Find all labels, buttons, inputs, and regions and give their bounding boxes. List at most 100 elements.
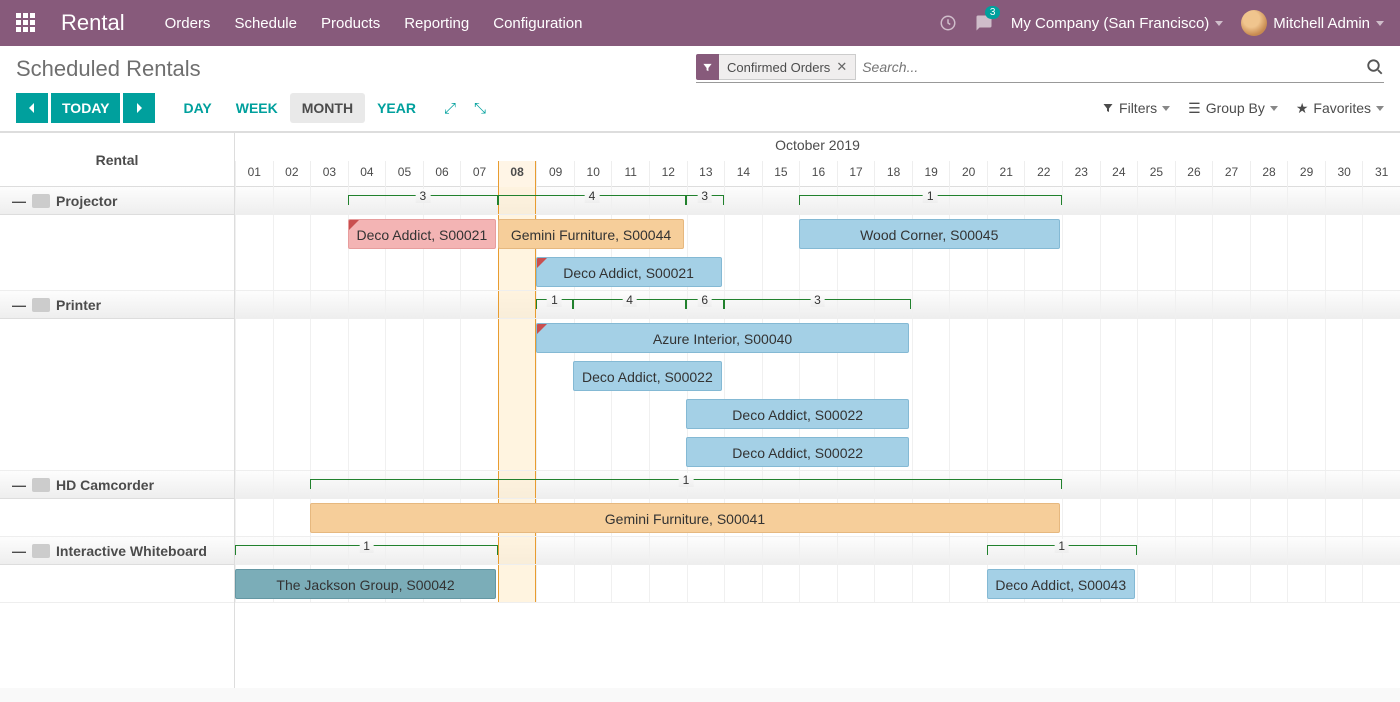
day-header-cell: 31 <box>1362 161 1400 187</box>
gantt-bar[interactable]: Gemini Furniture, S00044 <box>498 219 684 249</box>
collapse-icon[interactable]: — <box>12 193 26 209</box>
day-header-cell: 13 <box>687 161 725 187</box>
day-header-cell: 04 <box>348 161 386 187</box>
nav-orders[interactable]: Orders <box>165 15 211 32</box>
day-header-cell: 07 <box>460 161 498 187</box>
summary-count: 3 <box>810 293 825 307</box>
summary-count: 4 <box>585 189 600 203</box>
gantt-bar[interactable]: Gemini Furniture, S00041 <box>310 503 1060 533</box>
next-button[interactable] <box>123 93 155 123</box>
today-button[interactable]: TODAY <box>51 93 120 123</box>
control-panel: Scheduled Rentals Confirmed Orders ✕ TO <box>0 46 1400 132</box>
group-label[interactable]: — Printer <box>0 291 234 319</box>
search-icon[interactable] <box>1366 58 1384 76</box>
notif-badge: 3 <box>985 6 1001 19</box>
thumb-icon <box>32 544 50 558</box>
gantt-bar[interactable]: Deco Addict, S00022 <box>686 399 909 429</box>
sidebar-header: Rental <box>0 133 234 187</box>
favorites-label: Favorites <box>1313 100 1371 116</box>
list-icon: ☰ <box>1188 100 1201 117</box>
gantt-grid[interactable]: October 2019 010203040506070809101112131… <box>235 133 1400 688</box>
summary-count: 6 <box>697 293 712 307</box>
nav-menu: Orders Schedule Products Reporting Confi… <box>165 15 583 32</box>
app-brand[interactable]: Rental <box>61 10 125 36</box>
gantt-bar[interactable]: Deco Addict, S00021 <box>348 219 496 249</box>
scale-month[interactable]: MONTH <box>290 93 365 123</box>
day-header-cell: 20 <box>949 161 987 187</box>
search-input[interactable] <box>856 55 1360 79</box>
filters-label: Filters <box>1119 100 1157 116</box>
group-name: Interactive Whiteboard <box>56 543 207 559</box>
apps-icon[interactable] <box>16 13 36 33</box>
scale-day[interactable]: DAY <box>171 93 223 123</box>
group-summary-row: 1463 <box>235 291 1400 319</box>
gantt-bar[interactable]: The Jackson Group, S00042 <box>235 569 496 599</box>
groupby-label: Group By <box>1206 100 1265 116</box>
collapse-icon[interactable]: — <box>12 543 26 559</box>
day-header-cell: 12 <box>649 161 687 187</box>
facet-remove-icon[interactable]: ✕ <box>836 59 847 75</box>
gantt-bar[interactable]: Azure Interior, S00040 <box>536 323 910 353</box>
group-summary-row: 3431 <box>235 187 1400 215</box>
gantt-sidebar: Rental — Projector — Printer — HD Camcorder — I… <box>0 133 235 688</box>
day-header-cell: 23 <box>1062 161 1100 187</box>
gantt-bar[interactable]: Deco Addict, S00043 <box>987 569 1135 599</box>
nav-products[interactable]: Products <box>321 15 380 32</box>
day-header-cell: 09 <box>536 161 574 187</box>
thumb-icon <box>32 194 50 208</box>
gantt-bar[interactable]: Deco Addict, S00022 <box>686 437 909 467</box>
filters-dropdown[interactable]: Filters <box>1102 100 1170 117</box>
expand-icon[interactable]: ⤢ <box>444 100 456 117</box>
group-name: Printer <box>56 297 101 313</box>
group-label[interactable]: — Interactive Whiteboard <box>0 537 234 565</box>
day-header-cell: 17 <box>837 161 875 187</box>
group-label[interactable]: — HD Camcorder <box>0 471 234 499</box>
scale-tabs: DAY WEEK MONTH YEAR <box>171 93 428 123</box>
day-header-cell: 29 <box>1287 161 1325 187</box>
prev-button[interactable] <box>16 93 48 123</box>
search-box[interactable]: Confirmed Orders ✕ <box>696 54 1384 83</box>
day-header-cell: 06 <box>423 161 461 187</box>
thumb-icon <box>32 478 50 492</box>
avatar <box>1241 10 1267 36</box>
day-header-cell: 21 <box>987 161 1025 187</box>
collapse-icon[interactable]: — <box>12 297 26 313</box>
group-name: Projector <box>56 193 117 209</box>
summary-count: 3 <box>416 189 431 203</box>
day-header-cell: 25 <box>1137 161 1175 187</box>
nav-schedule[interactable]: Schedule <box>234 15 297 32</box>
facet-label: Confirmed Orders <box>727 60 830 75</box>
day-header-cell: 26 <box>1175 161 1213 187</box>
collapse-icon[interactable]: — <box>12 477 26 493</box>
gantt-view: Rental — Projector — Printer — HD Camcorder — I… <box>0 132 1400 688</box>
filter-icon <box>696 58 719 77</box>
caret-down-icon <box>1376 21 1384 26</box>
search-facet: Confirmed Orders ✕ <box>696 54 856 80</box>
favorites-dropdown[interactable]: ★ Favorites <box>1296 100 1384 117</box>
day-header-cell: 30 <box>1325 161 1363 187</box>
clock-icon[interactable] <box>939 14 957 32</box>
company-switcher[interactable]: My Company (San Francisco) <box>1011 15 1223 32</box>
gantt-bar[interactable]: Deco Addict, S00022 <box>573 361 721 391</box>
group-label[interactable]: — Projector <box>0 187 234 215</box>
nav-configuration[interactable]: Configuration <box>493 15 582 32</box>
collapse-icon[interactable]: ⤡ <box>474 100 486 117</box>
thumb-icon <box>32 298 50 312</box>
day-header-cell: 03 <box>310 161 348 187</box>
group-name: HD Camcorder <box>56 477 154 493</box>
user-menu[interactable]: Mitchell Admin <box>1241 10 1384 36</box>
scale-week[interactable]: WEEK <box>224 93 290 123</box>
day-header-cell: 16 <box>799 161 837 187</box>
gantt-bar[interactable]: Deco Addict, S00021 <box>536 257 722 287</box>
nav-reporting[interactable]: Reporting <box>404 15 469 32</box>
chat-icon[interactable]: 3 <box>975 14 993 32</box>
scale-year[interactable]: YEAR <box>365 93 428 123</box>
gantt-bar[interactable]: Wood Corner, S00045 <box>799 219 1060 249</box>
page-title: Scheduled Rentals <box>16 56 201 82</box>
summary-count: 1 <box>923 189 938 203</box>
groupby-dropdown[interactable]: ☰ Group By <box>1188 100 1278 117</box>
navbar: Rental Orders Schedule Products Reportin… <box>0 0 1400 46</box>
day-header-cell: 05 <box>385 161 423 187</box>
day-header-cell: 10 <box>574 161 612 187</box>
summary-count: 1 <box>359 539 374 553</box>
